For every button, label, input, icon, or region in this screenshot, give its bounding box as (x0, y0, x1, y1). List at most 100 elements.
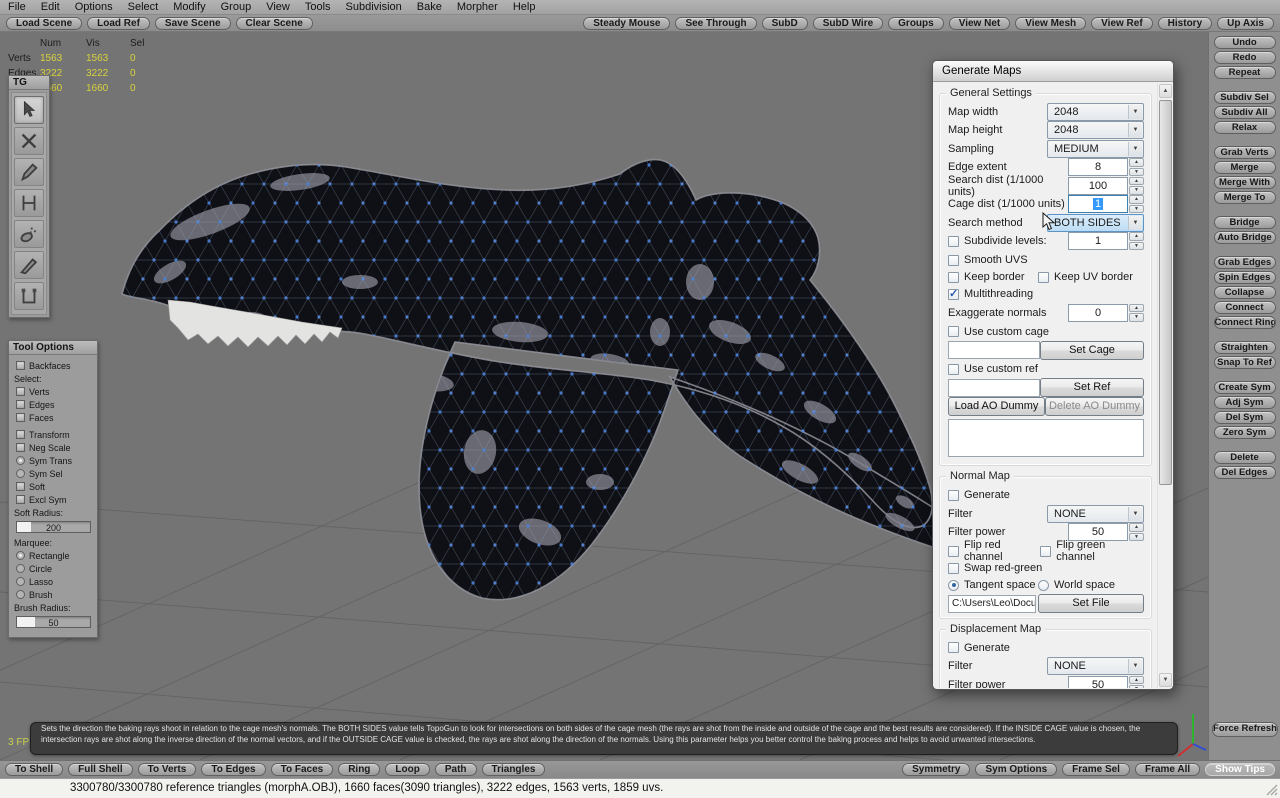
brush-tool-button[interactable] (14, 220, 44, 248)
resize-grip[interactable] (1266, 784, 1278, 796)
sidebar-button-zero-sym[interactable]: Zero Sym (1214, 426, 1276, 439)
rectangle-radio[interactable]: Rectangle (9, 549, 97, 562)
scrollbar-thumb[interactable] (1159, 100, 1172, 485)
toolbar-button-load-ref[interactable]: Load Ref (87, 17, 150, 30)
set-ref-button[interactable]: Set Ref (1040, 378, 1144, 397)
sym-trans-radio[interactable]: Sym Trans (9, 454, 97, 467)
scroll-up-icon[interactable]: ▲ (1159, 84, 1172, 98)
sidebar-button-subdiv-all[interactable]: Subdiv All (1214, 106, 1276, 119)
normal-set-file-button[interactable]: Set File (1038, 594, 1144, 613)
toolbar-button-up-axis[interactable]: Up Axis (1217, 17, 1274, 30)
exaggerate-normals-spinner[interactable]: ▲▼ (1129, 304, 1144, 322)
tangent-space-radio[interactable]: Tangent space (948, 579, 1036, 591)
subdivide-levels-checkbox[interactable]: Subdivide levels: (948, 235, 1047, 247)
toolbar-button-groups[interactable]: Groups (888, 17, 944, 30)
sidebar-button-auto-bridge[interactable]: Auto Bridge (1214, 231, 1276, 244)
neg-scale-checkbox[interactable]: Neg Scale (9, 441, 97, 454)
sampling-select[interactable]: MEDIUM▼ (1047, 140, 1144, 158)
bottom-button-full-shell[interactable]: Full Shell (68, 763, 132, 776)
bottom-button-triangles[interactable]: Triangles (482, 763, 546, 776)
toolbar-button-load-scene[interactable]: Load Scene (6, 17, 82, 30)
edges-checkbox[interactable]: Edges (9, 398, 97, 411)
sidebar-button-connect[interactable]: Connect (1214, 301, 1276, 314)
toolbar-button-view-ref[interactable]: View Ref (1091, 17, 1153, 30)
toolbar-button-view-net[interactable]: View Net (949, 17, 1011, 30)
sidebar-button-spin-edges[interactable]: Spin Edges (1214, 271, 1276, 284)
faces-checkbox[interactable]: Faces (9, 411, 97, 424)
edge-extent-spinner[interactable]: ▲▼ (1129, 158, 1144, 176)
swap-red-green-checkbox[interactable]: Swap red-green (948, 562, 1042, 574)
soft-checkbox[interactable]: Soft (9, 480, 97, 493)
sidebar-button-del-sym[interactable]: Del Sym (1214, 411, 1276, 424)
bottom-button-frame-all[interactable]: Frame All (1135, 763, 1200, 776)
sidebar-button-redo[interactable]: Redo (1214, 51, 1276, 64)
bottom-button-to-faces[interactable]: To Faces (271, 763, 334, 776)
sidebar-button-bridge[interactable]: Bridge (1214, 216, 1276, 229)
bottom-button-to-edges[interactable]: To Edges (201, 763, 265, 776)
menu-item-view[interactable]: View (266, 1, 290, 13)
bottom-button-path[interactable]: Path (435, 763, 477, 776)
normal-filter-select[interactable]: NONE▼ (1047, 505, 1144, 523)
dialog-title[interactable]: Generate Maps (933, 61, 1173, 82)
tool-options-title[interactable]: Tool Options (9, 341, 97, 355)
extrude-tool-button[interactable] (14, 282, 44, 310)
sidebar-button-create-sym[interactable]: Create Sym (1214, 381, 1276, 394)
load-ao-dummy-button[interactable]: Load AO Dummy (948, 397, 1045, 416)
map-width-select[interactable]: 2048▼ (1047, 103, 1144, 121)
toolbar-button-steady-mouse[interactable]: Steady Mouse (583, 17, 670, 30)
flip-red-checkbox[interactable]: Flip red channel (948, 539, 1040, 563)
search-method-select[interactable]: BOTH SIDES▼ (1047, 214, 1144, 232)
subdivide-levels-spinner[interactable]: ▲▼ (1129, 232, 1144, 250)
delete-tool-button[interactable] (14, 127, 44, 155)
sidebar-button-subdiv-sel[interactable]: Subdiv Sel (1214, 91, 1276, 104)
flip-green-checkbox[interactable]: Flip green channel (1040, 539, 1144, 563)
keep-border-checkbox[interactable]: Keep border (948, 271, 1025, 283)
menu-item-subdivision[interactable]: Subdivision (346, 1, 402, 13)
sidebar-button-merge[interactable]: Merge (1214, 161, 1276, 174)
cage-dist-spinner[interactable]: ▲▼ (1129, 195, 1144, 213)
toolbar-button-clear-scene[interactable]: Clear Scene (236, 17, 313, 30)
backfaces-checkbox[interactable]: Backfaces (9, 359, 97, 372)
toolbar-button-see-through[interactable]: See Through (675, 17, 756, 30)
sidebar-button-adj-sym[interactable]: Adj Sym (1214, 396, 1276, 409)
bottom-button-symmetry[interactable]: Symmetry (902, 763, 970, 776)
normal-file-path-field[interactable]: C:\Users\Leo\Documents\ (948, 595, 1036, 613)
soft-radius-slider[interactable]: 200 (16, 521, 91, 533)
menu-item-options[interactable]: Options (75, 1, 113, 13)
bottom-button-sym-options[interactable]: Sym Options (975, 763, 1057, 776)
set-cage-button[interactable]: Set Cage (1040, 341, 1144, 360)
search-dist-spinner[interactable]: ▲▼ (1129, 177, 1144, 195)
pencil-tool-button[interactable] (14, 158, 44, 186)
keep-uv-border-checkbox[interactable]: Keep UV border (1038, 271, 1144, 283)
menu-item-modify[interactable]: Modify (173, 1, 205, 13)
delete-ao-dummy-button[interactable]: Delete AO Dummy (1045, 397, 1144, 416)
sidebar-button-undo[interactable]: Undo (1214, 36, 1276, 49)
sidebar-button-straighten[interactable]: Straighten (1214, 341, 1276, 354)
disp-filter-power-field[interactable]: 50 (1068, 676, 1128, 688)
toolbar-button-history[interactable]: History (1158, 17, 1212, 30)
cage-dist-field[interactable]: 1 (1068, 195, 1128, 213)
bottom-button-to-shell[interactable]: To Shell (5, 763, 63, 776)
sym-sel-radio[interactable]: Sym Sel (9, 467, 97, 480)
circle-radio[interactable]: Circle (9, 562, 97, 575)
toolbar-button-view-mesh[interactable]: View Mesh (1015, 17, 1086, 30)
normal-generate-checkbox[interactable]: Generate (948, 489, 1010, 501)
transform-checkbox[interactable]: Transform (9, 428, 97, 441)
menu-item-tools[interactable]: Tools (305, 1, 331, 13)
exaggerate-normals-field[interactable]: 0 (1068, 304, 1128, 322)
whale-model[interactable] (122, 160, 994, 600)
dialog-scrollbar[interactable]: ▲ ▼ (1157, 83, 1172, 688)
lasso-radio[interactable]: Lasso (9, 575, 97, 588)
multithreading-checkbox[interactable]: Multithreading (948, 288, 1033, 300)
search-dist-field[interactable]: 100 (1068, 177, 1128, 195)
sidebar-button-grab-verts[interactable]: Grab Verts (1214, 146, 1276, 159)
menu-item-group[interactable]: Group (221, 1, 252, 13)
toolbar-button-subd-wire[interactable]: SubD Wire (813, 17, 883, 30)
bottom-button-frame-sel[interactable]: Frame Sel (1062, 763, 1130, 776)
brush-radius-slider[interactable]: 50 (16, 616, 91, 628)
disp-filter-select[interactable]: NONE▼ (1047, 657, 1144, 675)
menu-item-edit[interactable]: Edit (41, 1, 60, 13)
excl-sym-checkbox[interactable]: Excl Sym (9, 493, 97, 506)
use-custom-cage-checkbox[interactable]: Use custom cage (948, 326, 1049, 338)
menu-item-help[interactable]: Help (513, 1, 536, 13)
